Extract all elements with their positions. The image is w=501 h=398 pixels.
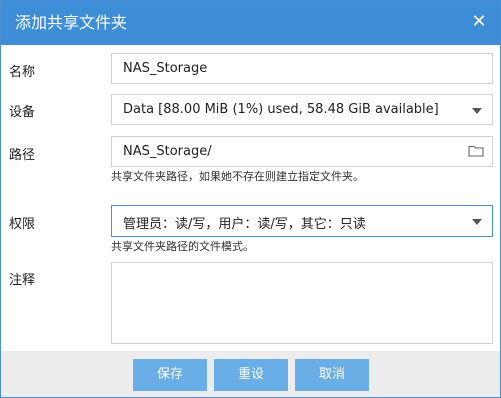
permission-label: 权限 xyxy=(9,217,36,232)
path-field[interactable]: NAS_Storage/ xyxy=(111,136,493,167)
permission-hint: 共享文件夹路径的文件模式。 xyxy=(111,240,254,253)
chevron-down-icon[interactable] xyxy=(472,108,482,114)
dialog-footer: 保存 重设 取消 xyxy=(1,351,500,397)
path-label: 路径 xyxy=(9,148,36,163)
comment-label: 注释 xyxy=(9,273,36,288)
device-label: 设备 xyxy=(9,105,36,120)
comment-textarea[interactable] xyxy=(111,262,493,344)
dialog-title: 添加共享文件夹 xyxy=(15,13,128,32)
name-label: 名称 xyxy=(9,65,36,80)
chevron-down-icon[interactable] xyxy=(472,219,482,225)
folder-icon[interactable] xyxy=(468,144,484,157)
name-value: NAS_Storage xyxy=(123,61,208,76)
save-button[interactable]: 保存 xyxy=(133,359,207,391)
path-value: NAS_Storage/ xyxy=(123,144,212,159)
path-hint: 共享文件夹路径，如果她不存在则建立指定文件夹。 xyxy=(111,170,364,183)
add-shared-folder-dialog: 添加共享文件夹 ✕ 名称 NAS_Storage 设备 Data [88.00 … xyxy=(0,0,501,398)
reset-button[interactable]: 重设 xyxy=(214,359,288,391)
device-select[interactable]: Data [88.00 MiB (1%) used, 58.48 GiB ava… xyxy=(111,94,493,125)
cancel-button[interactable]: 取消 xyxy=(295,359,369,391)
dialog-titlebar: 添加共享文件夹 ✕ xyxy=(1,1,500,45)
name-field[interactable]: NAS_Storage xyxy=(111,53,493,84)
device-value: Data [88.00 MiB (1%) used, 58.48 GiB ava… xyxy=(123,102,439,117)
close-icon[interactable]: ✕ xyxy=(470,13,488,31)
permission-value: 管理员：读/写，用户：读/写，其它：只读 xyxy=(123,217,366,232)
permission-select[interactable]: 管理员：读/写，用户：读/写，其它：只读 xyxy=(111,205,493,237)
